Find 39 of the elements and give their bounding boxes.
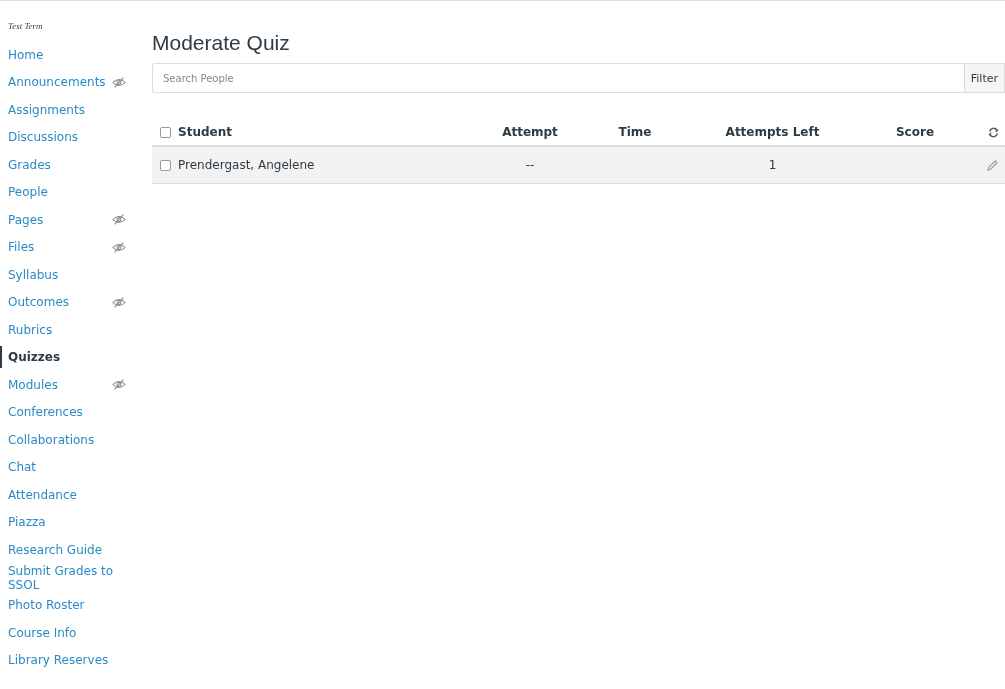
sidebar-item[interactable]: Outcomes: [8, 295, 70, 310]
sidebar-item[interactable]: Pages: [8, 212, 44, 227]
sidebar-item[interactable]: Rubrics: [8, 322, 53, 337]
sidebar-item[interactable]: Conferences: [8, 405, 83, 420]
sidebar-item[interactable]: People: [8, 185, 48, 200]
table-cell-text: 1: [767, 158, 778, 172]
column-header: Score: [894, 125, 936, 139]
sidebar-item[interactable]: Discussions: [8, 130, 79, 145]
sidebar-item[interactable]: Piazza: [8, 515, 46, 530]
sidebar-item[interactable]: Attendance: [8, 487, 77, 502]
sidebar-item[interactable]: Quizzes: [0, 346, 61, 369]
sidebar-item[interactable]: Photo Roster: [8, 598, 85, 613]
sidebar-item[interactable]: Home: [8, 47, 44, 62]
column-header: Attempts Left: [724, 125, 821, 139]
sidebar-item[interactable]: Course Info: [8, 625, 77, 640]
page-title: Moderate Quiz: [152, 31, 291, 55]
term-label: Test Term: [8, 21, 44, 31]
sidebar-item[interactable]: Modules: [8, 377, 58, 392]
sidebar-item[interactable]: Grades: [8, 157, 51, 172]
sidebar-item[interactable]: Syllabus: [8, 267, 59, 282]
column-header: Attempt: [501, 125, 559, 139]
filter-button[interactable]: Filter: [963, 63, 1005, 93]
sidebar-item[interactable]: Chat: [8, 460, 37, 475]
sidebar-item[interactable]: Assignments: [8, 102, 85, 117]
select-all-checkbox[interactable]: [159, 126, 171, 138]
column-header: Time: [617, 125, 653, 139]
student-name: Prendergast, Angelene: [178, 158, 316, 172]
refresh-icon[interactable]: [988, 126, 999, 138]
table-cell-text: --: [524, 158, 536, 172]
row-checkbox[interactable]: [159, 159, 171, 171]
sidebar-item[interactable]: Announcements: [8, 75, 106, 90]
sidebar-item[interactable]: Research Guide: [8, 542, 103, 557]
search-field[interactable]: Search People: [152, 63, 964, 93]
sidebar-item[interactable]: Files: [8, 240, 35, 255]
column-header: Student: [178, 125, 233, 139]
sidebar-item[interactable]: Library Reserves: [8, 653, 109, 668]
sidebar-item[interactable]: Collaborations: [8, 432, 95, 447]
pencil-icon[interactable]: [986, 158, 999, 172]
sidebar-item[interactable]: Submit Grades to SSOL: [8, 563, 126, 592]
